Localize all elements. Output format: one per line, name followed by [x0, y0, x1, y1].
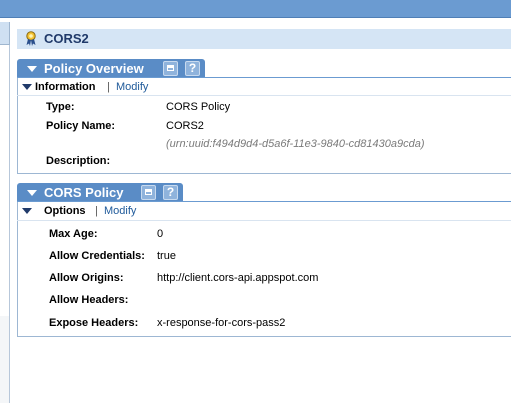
panel-top-border: [17, 77, 511, 78]
allow-origins-label: Allow Origins:: [49, 272, 124, 284]
policy-name-label: Policy Name:: [46, 120, 116, 132]
expose-headers-value: x-response-for-cors-pass2: [157, 317, 286, 329]
policy-overview-tab: Policy Overview ?: [17, 59, 205, 78]
allow-origins-value: http://client.cors-api.appspot.com: [157, 272, 319, 284]
cors-policy-tab: CORS Policy ?: [17, 183, 183, 202]
max-age-label: Max Age:: [49, 228, 98, 240]
type-label: Type:: [46, 101, 75, 113]
policy-award-icon: [26, 31, 36, 46]
description-label: Description:: [46, 155, 111, 167]
minimize-icon[interactable]: [163, 61, 178, 76]
expose-headers-label: Expose Headers:: [49, 317, 139, 329]
cors-policy-title: CORS Policy: [44, 185, 124, 200]
page-title: CORS2: [44, 31, 89, 46]
section-collapse-arrow-icon[interactable]: [22, 84, 32, 90]
allow-credentials-label: Allow Credentials:: [49, 250, 145, 262]
modify-options-link[interactable]: Modify: [104, 205, 136, 217]
allow-credentials-value: true: [157, 250, 176, 262]
separator: |: [107, 81, 110, 93]
left-pane-scroll-area[interactable]: [0, 316, 10, 403]
allow-headers-label: Allow Headers:: [49, 294, 129, 306]
information-section-label: Information: [35, 81, 96, 93]
policy-name-value: CORS2: [166, 120, 204, 132]
minimize-icon[interactable]: [141, 185, 156, 200]
type-value: CORS Policy: [166, 101, 231, 113]
section-divider: [17, 95, 511, 96]
section-divider: [17, 220, 511, 221]
options-section-label: Options: [44, 205, 86, 217]
collapse-arrow-icon[interactable]: [27, 190, 37, 196]
panel-top-border: [17, 201, 511, 202]
policy-urn: (urn:uuid:f494d9d4-d5a6f-11e3-9840-cd814…: [166, 138, 425, 150]
separator: |: [95, 205, 98, 217]
max-age-value: 0: [157, 228, 164, 240]
help-icon[interactable]: ?: [185, 61, 200, 76]
modify-information-link[interactable]: Modify: [116, 81, 148, 93]
page-header-bar: [17, 29, 511, 49]
help-icon[interactable]: ?: [163, 185, 178, 200]
left-pane-header: [0, 22, 10, 45]
section-collapse-arrow-icon[interactable]: [22, 208, 32, 214]
collapse-arrow-icon[interactable]: [27, 66, 37, 72]
top-bar: [0, 0, 511, 18]
policy-overview-title: Policy Overview: [44, 61, 144, 76]
